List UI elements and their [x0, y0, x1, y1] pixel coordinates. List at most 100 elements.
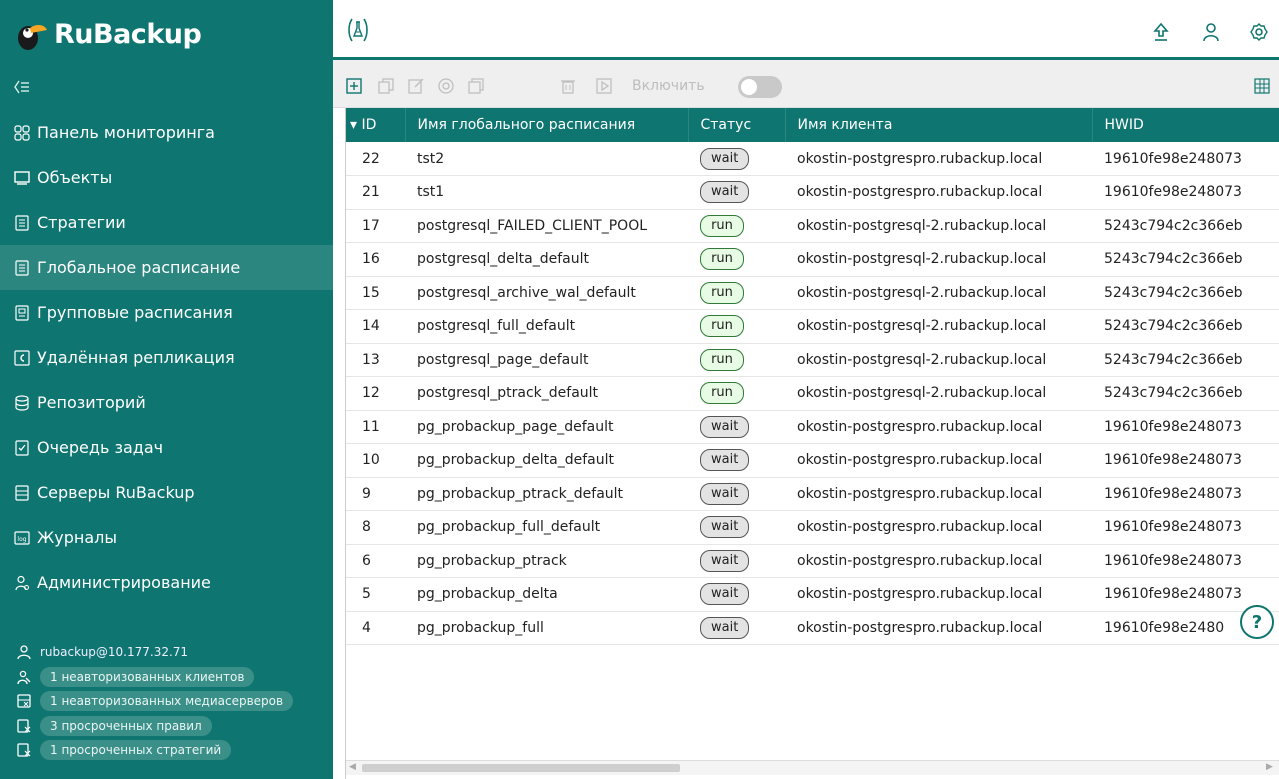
- cell-status: wait: [688, 611, 785, 645]
- clone-icon[interactable]: [467, 77, 485, 95]
- enable-toggle[interactable]: [738, 76, 782, 98]
- status-badge: wait: [700, 583, 750, 606]
- table-row[interactable]: 17 postgresql_FAILED_CLIENT_POOL run okosti…: [346, 209, 1279, 243]
- unauthorized-clients-badge[interactable]: 1 неавторизованных клиентов: [40, 666, 255, 687]
- strategy-icon: [14, 214, 30, 231]
- user-profile-icon[interactable]: [1201, 22, 1221, 42]
- table-row[interactable]: 15 postgresql_archive_wal_default run okost…: [346, 276, 1279, 310]
- cell-name: pg_probackup_full_default: [405, 510, 688, 545]
- column-header-status[interactable]: Статус: [688, 108, 786, 142]
- cell-hwid: 5243c794c2c366eb: [1092, 276, 1279, 310]
- status-badge: wait: [700, 516, 750, 539]
- collapse-sidebar-icon[interactable]: [12, 79, 30, 95]
- cell-hwid: 5243c794c2c366eb: [1092, 242, 1279, 277]
- copy-icon[interactable]: [377, 77, 395, 95]
- app-logo[interactable]: RuBackup: [12, 14, 202, 54]
- sidebar-item-global-schedule[interactable]: Глобальное расписание: [0, 245, 333, 290]
- cell-id: 13: [346, 343, 405, 377]
- sidebar-item-repository[interactable]: Репозиторий: [0, 380, 333, 425]
- schedule-icon: [14, 259, 30, 276]
- cell-id: 14: [346, 309, 405, 344]
- expired-strategies[interactable]: 1 просроченных стратегий: [0, 738, 333, 763]
- table-body: 22 tst2 wait okostin-postgrespro.rubackup.l…: [346, 142, 1279, 645]
- table-row[interactable]: 13 postgresql_page_default run okostin-post…: [346, 343, 1279, 377]
- table-row[interactable]: 9 pg_probackup_ptrack_default wait okostin-…: [346, 477, 1279, 511]
- column-header-client[interactable]: Имя клиента: [785, 108, 1093, 142]
- brand-name: RuBackup: [54, 18, 202, 50]
- toucan-logo-icon: [18, 24, 47, 50]
- sidebar-item-strategies[interactable]: Стратегии: [0, 200, 333, 245]
- database-icon: [14, 394, 30, 411]
- scroll-right-icon[interactable]: ▶: [1266, 762, 1276, 774]
- cell-id: 17: [346, 209, 405, 243]
- expired-rules-badge[interactable]: 3 просроченных правил: [40, 715, 212, 736]
- task-queue-icon: [14, 439, 30, 456]
- scroll-left-icon[interactable]: ◀: [349, 762, 359, 774]
- unauthorized-mediaservers[interactable]: 1 неавторизованных медиасерверов: [0, 689, 333, 714]
- table-row[interactable]: 16 postgresql_delta_default run okostin-pos…: [346, 242, 1279, 277]
- cell-status: run: [688, 309, 785, 344]
- edit-icon[interactable]: [407, 77, 425, 95]
- table-header-row: ▾ ID Имя глобального расписания Статус И…: [346, 108, 1279, 142]
- admin-icon: [14, 575, 30, 591]
- cell-name: postgresql_FAILED_CLIENT_POOL: [405, 209, 688, 243]
- sidebar-item-task-queue[interactable]: Очередь задач: [0, 425, 333, 470]
- unauthorized-mediaservers-badge[interactable]: 1 неавторизованных медиасерверов: [40, 691, 294, 712]
- sidebar-footer: rubackup@10.177.32.71 1 неавторизованных…: [0, 640, 333, 763]
- sidebar-item-administration[interactable]: Администрирование: [0, 560, 333, 605]
- cell-name: pg_probackup_delta: [405, 577, 688, 612]
- help-button[interactable]: ?: [1240, 605, 1274, 639]
- table-row[interactable]: 12 postgresql_ptrack_default run okostin-po…: [346, 376, 1279, 411]
- run-icon[interactable]: [595, 77, 613, 95]
- cell-client: okostin-postgresql-2.rubackup.local: [785, 376, 1092, 411]
- cell-client: okostin-postgresql-2.rubackup.local: [785, 209, 1092, 243]
- cell-status: wait: [688, 443, 785, 478]
- cell-client: okostin-postgrespro.rubackup.local: [785, 544, 1092, 578]
- column-header-id[interactable]: ▾ ID: [346, 108, 406, 142]
- add-icon[interactable]: [345, 77, 363, 95]
- table-row[interactable]: 22 tst2 wait okostin-postgrespro.rubackup.l…: [346, 142, 1279, 176]
- status-badge: wait: [700, 449, 750, 472]
- sidebar-item-label: Стратегии: [37, 213, 126, 232]
- table-row[interactable]: 4 pg_probackup_full wait okostin-postgrespr…: [346, 611, 1279, 645]
- status-badge: wait: [700, 181, 750, 204]
- table-row[interactable]: 5 pg_probackup_delta wait okostin-postgresp…: [346, 577, 1279, 612]
- table-row[interactable]: 8 pg_probackup_full_default wait okostin-po…: [346, 510, 1279, 545]
- flask-menu-icon[interactable]: [347, 17, 369, 43]
- cell-hwid: 5243c794c2c366eb: [1092, 209, 1279, 243]
- cell-hwid: 19610fe98e248073: [1092, 510, 1279, 545]
- table-row[interactable]: 11 pg_probackup_page_default wait okostin-p…: [346, 410, 1279, 444]
- table-row[interactable]: 10 pg_probackup_delta_default wait okostin-…: [346, 443, 1279, 478]
- upload-icon[interactable]: [1151, 22, 1171, 42]
- expired-strategies-badge[interactable]: 1 просроченных стратегий: [40, 740, 232, 761]
- sidebar-item-dashboard[interactable]: Панель мониторинга: [0, 110, 333, 155]
- sidebar-item-label: Панель мониторинга: [37, 123, 215, 142]
- sidebar: RuBackup Панель мониторинга Объекты Стра…: [0, 0, 333, 779]
- cell-client: okostin-postgresql-2.rubackup.local: [785, 242, 1092, 277]
- column-header-hwid[interactable]: HWID: [1092, 108, 1279, 142]
- expired-rules[interactable]: 3 просроченных правил: [0, 714, 333, 739]
- unauthorized-clients[interactable]: 1 неавторизованных клиентов: [0, 665, 333, 690]
- settings-icon[interactable]: [1249, 22, 1269, 42]
- sidebar-item-remote-replication[interactable]: Удалённая репликация: [0, 335, 333, 380]
- cell-id: 12: [346, 376, 405, 411]
- table-settings-icon[interactable]: [1253, 77, 1271, 95]
- sidebar-item-logs[interactable]: log Журналы: [0, 515, 333, 560]
- sidebar-item-group-schedules[interactable]: Групповые расписания: [0, 290, 333, 335]
- scrollbar-thumb[interactable]: [362, 764, 680, 772]
- sidebar-item-objects[interactable]: Объекты: [0, 155, 333, 200]
- delete-icon[interactable]: [559, 77, 577, 95]
- cell-hwid: 5243c794c2c366eb: [1092, 376, 1279, 411]
- table-row[interactable]: 14 postgresql_full_default run okostin-post…: [346, 309, 1279, 344]
- strategies-warning-icon: [16, 742, 32, 758]
- table-row[interactable]: 6 pg_probackup_ptrack wait okostin-postgres…: [346, 544, 1279, 578]
- enable-label: Включить: [632, 78, 705, 94]
- status-badge: wait: [700, 415, 750, 438]
- column-header-name[interactable]: Имя глобального расписания: [405, 108, 689, 142]
- current-user[interactable]: rubackup@10.177.32.71: [0, 640, 333, 665]
- sidebar-item-servers[interactable]: Серверы RuBackup: [0, 470, 333, 515]
- table-row[interactable]: 21 tst1 wait okostin-postgrespro.rubackup.l…: [346, 175, 1279, 210]
- horizontal-scrollbar[interactable]: ◀ ▶: [346, 760, 1279, 775]
- cell-client: okostin-postgrespro.rubackup.local: [785, 477, 1092, 511]
- check-icon[interactable]: [437, 77, 455, 95]
